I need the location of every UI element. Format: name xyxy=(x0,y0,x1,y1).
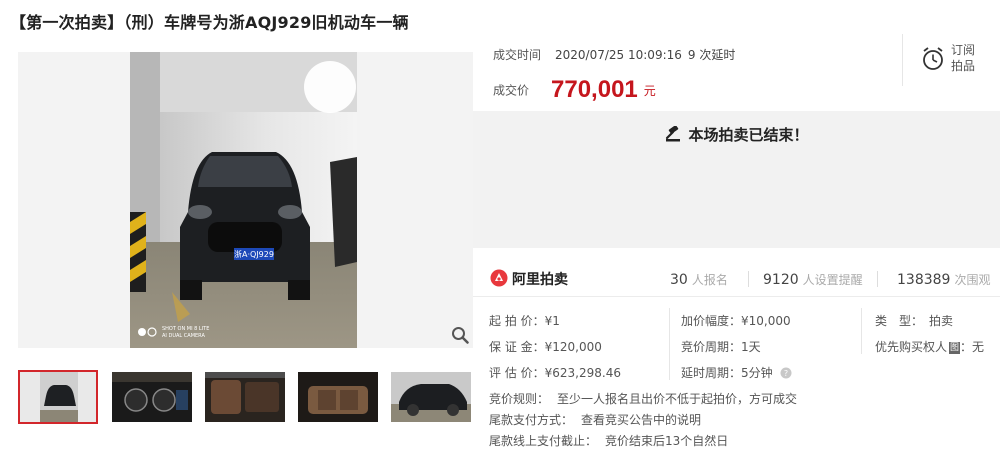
delay-cycle: 延时周期：5分钟 ? xyxy=(681,364,792,381)
svg-text:?: ? xyxy=(784,369,788,378)
bid-increment: 加价幅度：¥10,000 xyxy=(681,314,791,328)
delay-count: 9 次延时 xyxy=(687,48,736,62)
views-count: 138389 xyxy=(897,272,951,288)
rule-value: 查看竞买公告中的说明 xyxy=(581,413,702,427)
reminders-stat: 9120 人设置提醒 xyxy=(763,271,863,288)
deal-time-row: 成交时间 2020/07/25 10:09:16 9 次延时 xyxy=(493,46,735,63)
auction-ended-text: 本场拍卖已结束！ xyxy=(688,126,809,144)
auction-rules: 竞价规则： 至少一人报名且出价不低于起拍价，方可成交 尾款支付方式： 查看竞买公告中… xyxy=(489,389,797,452)
thumbnail-4[interactable] xyxy=(298,372,378,422)
signups-count: 30 xyxy=(670,272,688,288)
views-stat: 138389 次围观 xyxy=(897,271,990,288)
divider xyxy=(861,308,862,354)
ali-auction-logo-icon xyxy=(490,269,508,287)
deal-price-row: 成交价 770,001 元 xyxy=(493,76,656,104)
priority-badge[interactable]: 图 xyxy=(949,342,961,354)
type-value: 拍卖 xyxy=(929,314,954,328)
deal-price-unit: 元 xyxy=(643,83,656,98)
priority-buyer: 优先购买权人 图：无 xyxy=(875,338,984,355)
rule-value: 竞价结束后13个自然日 xyxy=(605,434,729,448)
gavel-icon xyxy=(666,125,681,142)
platform-logo-text: 阿里拍卖 xyxy=(512,272,568,288)
rule-label: 竞价规则： xyxy=(489,392,550,406)
divider xyxy=(748,271,749,287)
page-title: 【第一次拍卖】（刑）车牌号为浙AQJ929旧机动车一辆 xyxy=(10,13,409,32)
bid-period: 竞价周期：1天 xyxy=(681,340,761,354)
thumbnail-1[interactable] xyxy=(18,370,98,424)
auction-ended-banner: 本场拍卖已结束！ xyxy=(473,111,1000,248)
camera-watermark-line2: AI DUAL CAMERA xyxy=(162,333,205,339)
platform-logo[interactable]: 阿里拍卖 xyxy=(490,269,568,289)
thumbnail-3[interactable] xyxy=(205,372,285,422)
reminders-count: 9120 xyxy=(763,272,799,288)
views-label: 次围观 xyxy=(954,273,991,287)
deal-price-label: 成交价 xyxy=(493,83,530,98)
rule-value: 至少一人报名且出价不低于起拍价，方可成交 xyxy=(557,392,798,406)
auction-type: 类 型： 拍卖 xyxy=(875,312,953,329)
signups-stat: 30 人报名 xyxy=(670,271,728,288)
deal-time-value: 2020/07/25 10:09:16 xyxy=(555,48,682,62)
delay-cycle-text: 延时周期：5分钟 xyxy=(681,366,773,380)
subscribe-label: 订阅拍品 xyxy=(951,43,976,73)
license-plate: 浙A·QJ929 xyxy=(234,249,274,259)
deal-price-value: 770,001 xyxy=(551,76,638,103)
valuation: 评 估 价：¥623,298.46 xyxy=(489,366,621,380)
camera-watermark-line1: SHOT ON MI 8 LITE xyxy=(162,326,209,332)
type-label: 类 型： xyxy=(875,314,924,328)
rule-line: 竞价规则： 至少一人报名且出价不低于起拍价，方可成交 xyxy=(489,389,797,410)
priority-value: ：无 xyxy=(960,340,985,354)
zoom-icon[interactable] xyxy=(451,326,469,344)
stats-bar: 阿里拍卖 30 人报名 9120 人设置提醒 138389 次围观 xyxy=(473,260,1000,297)
divider xyxy=(877,271,878,287)
deposit: 保 证 金：¥120,000 xyxy=(489,340,602,354)
subscribe-button[interactable]: 订阅拍品 xyxy=(902,34,1000,86)
rule-label: 尾款支付方式： xyxy=(489,413,574,427)
thumbnail-2[interactable] xyxy=(112,372,192,422)
main-image-viewer[interactable]: 浙A·QJ929 SHOT ON MI 8 LITE AI DUAL CAMER… xyxy=(18,52,473,348)
divider xyxy=(669,308,670,380)
rule-line: 尾款支付方式： 查看竞买公告中的说明 xyxy=(489,410,797,431)
reminders-label: 人设置提醒 xyxy=(802,273,863,287)
rule-label: 尾款线上支付截止： xyxy=(489,434,598,448)
signups-label: 人报名 xyxy=(691,273,728,287)
help-icon[interactable]: ? xyxy=(780,367,792,379)
thumbnail-strip xyxy=(18,370,473,426)
start-price: 起 拍 价：¥1 xyxy=(489,314,560,328)
thumbnail-5[interactable] xyxy=(391,372,471,422)
priority-label: 优先购买权人 xyxy=(875,340,948,354)
rule-line: 尾款线上支付截止： 竞价结束后13个自然日 xyxy=(489,431,797,452)
alarm-clock-icon xyxy=(923,47,943,70)
deal-time-label: 成交时间 xyxy=(493,48,542,62)
car-photo: 浙A·QJ929 SHOT ON MI 8 LITE AI DUAL CAMER… xyxy=(130,52,357,348)
